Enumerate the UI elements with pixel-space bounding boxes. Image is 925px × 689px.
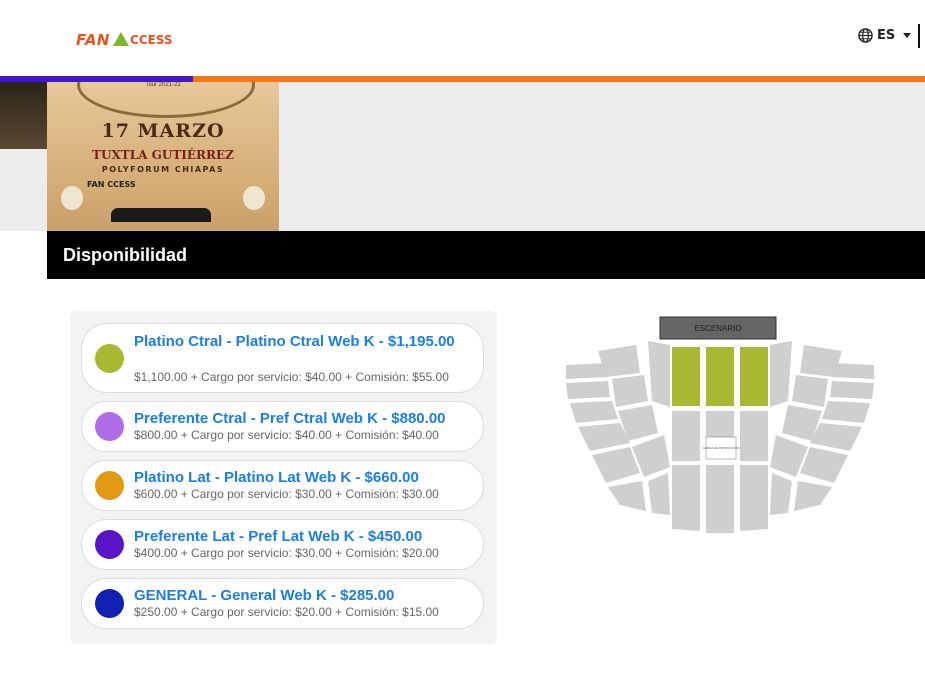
- section-platino-ctral: [672, 347, 700, 406]
- ticket-price-breakdown: $250.00 + Cargo por servicio: $20.00 + C…: [134, 605, 439, 619]
- ticket-price-breakdown: $1,100.00 + Cargo por servicio: $40.00 +…: [134, 370, 449, 384]
- poster-date: 17 MARZO: [101, 120, 225, 142]
- ticket-option-platino-lat[interactable]: Platino Lat - Platino Lat Web K - $660.0…: [81, 460, 484, 511]
- section-left-upper: [566, 363, 608, 379]
- section-center-back: [706, 465, 734, 533]
- logo-text-fan: FAN: [76, 31, 110, 49]
- navbar-divider: [918, 24, 920, 48]
- section-left: [612, 375, 648, 407]
- section-right: [792, 375, 828, 407]
- language-selector[interactable]: ES: [858, 26, 912, 44]
- skull-icon: [243, 186, 265, 210]
- ticket-price-breakdown: $400.00 + Cargo por servicio: $30.00 + C…: [134, 546, 439, 560]
- section-left-upper: [566, 381, 610, 399]
- section-center: [672, 411, 700, 461]
- section-center: [740, 411, 768, 461]
- section-right-upper: [830, 381, 874, 399]
- ticket-list-panel: Platino Ctral - Platino Ctral Web K - $1…: [70, 311, 497, 644]
- event-poster-image: Tour 2021-22 17 MARZO TUXTLA GUTIÉRREZ P…: [47, 82, 279, 231]
- section-right-upper: [832, 363, 874, 379]
- production-booth-label: CABINA DE PRODUCCIÓN: [702, 445, 739, 450]
- ticket-name: Preferente Lat - Pref Lat Web K - $450.0…: [134, 528, 423, 545]
- logo-triangle-icon: [112, 32, 129, 46]
- section-left: [608, 481, 646, 511]
- section-left: [648, 473, 670, 515]
- poster-logo: FAN CCESS: [87, 180, 136, 189]
- zone-color-dot: [95, 344, 124, 373]
- section-center: [706, 411, 734, 441]
- ticket-option-platino-ctral[interactable]: Platino Ctral - Platino Ctral Web K - $1…: [81, 323, 484, 393]
- availability-heading: Disponibilidad: [47, 231, 925, 279]
- stage-label: ESCENARIO: [694, 324, 741, 333]
- ticket-name: Platino Ctral - Platino Ctral Web K - $1…: [134, 333, 455, 350]
- ticket-option-general[interactable]: GENERAL - General Web K - $285.00 $250.0…: [81, 578, 484, 629]
- zone-color-dot: [95, 589, 124, 618]
- section-platino-ctral: [706, 347, 734, 406]
- section-left: [578, 423, 630, 451]
- poster-footer-band: [111, 208, 211, 222]
- section-left-inner: [648, 341, 670, 407]
- poster-venue: POLYFORUM CHIAPAS: [101, 165, 225, 174]
- zone-color-dot: [95, 530, 124, 559]
- section-platino-ctral: [740, 347, 768, 406]
- ticket-name: Platino Lat - Platino Lat Web K - $660.0…: [134, 469, 419, 486]
- ticket-option-preferente-ctral[interactable]: Preferente Ctral - Pref Ctral Web K - $8…: [81, 401, 484, 452]
- venue-seating-map: ESCENARIO CABINA DE PRODUCCIÓN: [566, 316, 874, 533]
- logo-text-ccess: CCESS: [129, 33, 173, 47]
- section-right: [770, 473, 792, 515]
- section-center-back: [672, 465, 700, 531]
- section-right: [800, 447, 848, 483]
- section-left: [592, 447, 640, 483]
- zone-color-dot: [95, 471, 124, 500]
- section-right: [822, 401, 870, 423]
- poster-city: TUXTLA GUTIÉRREZ: [92, 148, 234, 162]
- ticket-option-preferente-lat[interactable]: Preferente Lat - Pref Lat Web K - $450.0…: [81, 519, 484, 570]
- globe-icon: [858, 27, 873, 43]
- zone-color-dot: [95, 412, 124, 441]
- ticket-name: GENERAL - General Web K - $285.00: [134, 587, 395, 604]
- banner-dark-edge: [0, 82, 47, 149]
- poster-tour: Tour 2021-22: [145, 82, 181, 88]
- ticket-price-breakdown: $800.00 + Cargo por servicio: $40.00 + C…: [134, 428, 439, 442]
- section-right-inner: [770, 341, 792, 407]
- section-center-back: [740, 465, 768, 531]
- skull-icon: [61, 186, 83, 210]
- section-left: [570, 401, 618, 423]
- language-code: ES: [877, 27, 896, 43]
- section-right: [794, 481, 832, 511]
- top-navbar: FAN CCESS ES: [0, 0, 925, 76]
- platino-ctral-sections: [672, 347, 768, 406]
- chevron-down-icon: [903, 32, 912, 38]
- ticket-price-breakdown: $600.00 + Cargo por servicio: $30.00 + C…: [134, 487, 439, 501]
- fanaccess-logo[interactable]: FAN CCESS: [76, 28, 173, 52]
- section-right: [810, 423, 862, 451]
- ticket-name: Preferente Ctral - Pref Ctral Web K - $8…: [134, 410, 446, 427]
